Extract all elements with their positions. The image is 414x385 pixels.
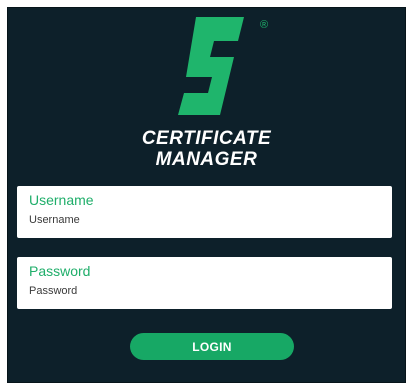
- app-title-line1: CERTIFICATE: [141, 128, 272, 149]
- registered-mark: ®: [260, 19, 268, 31]
- app-title-line2: MANAGER: [155, 149, 258, 170]
- password-input[interactable]: [29, 284, 380, 298]
- login-button[interactable]: LOGIN: [130, 333, 294, 360]
- username-field[interactable]: Username: [17, 186, 392, 238]
- login-panel: ® CERTIFICATE MANAGER Username Password …: [7, 7, 406, 383]
- username-input[interactable]: [29, 213, 380, 227]
- password-label: Password: [29, 263, 91, 279]
- password-field[interactable]: Password: [17, 257, 392, 309]
- app-title: CERTIFICATE MANAGER: [8, 128, 405, 170]
- certificate-manager-logo-icon: ®: [178, 17, 268, 115]
- username-label: Username: [29, 192, 94, 208]
